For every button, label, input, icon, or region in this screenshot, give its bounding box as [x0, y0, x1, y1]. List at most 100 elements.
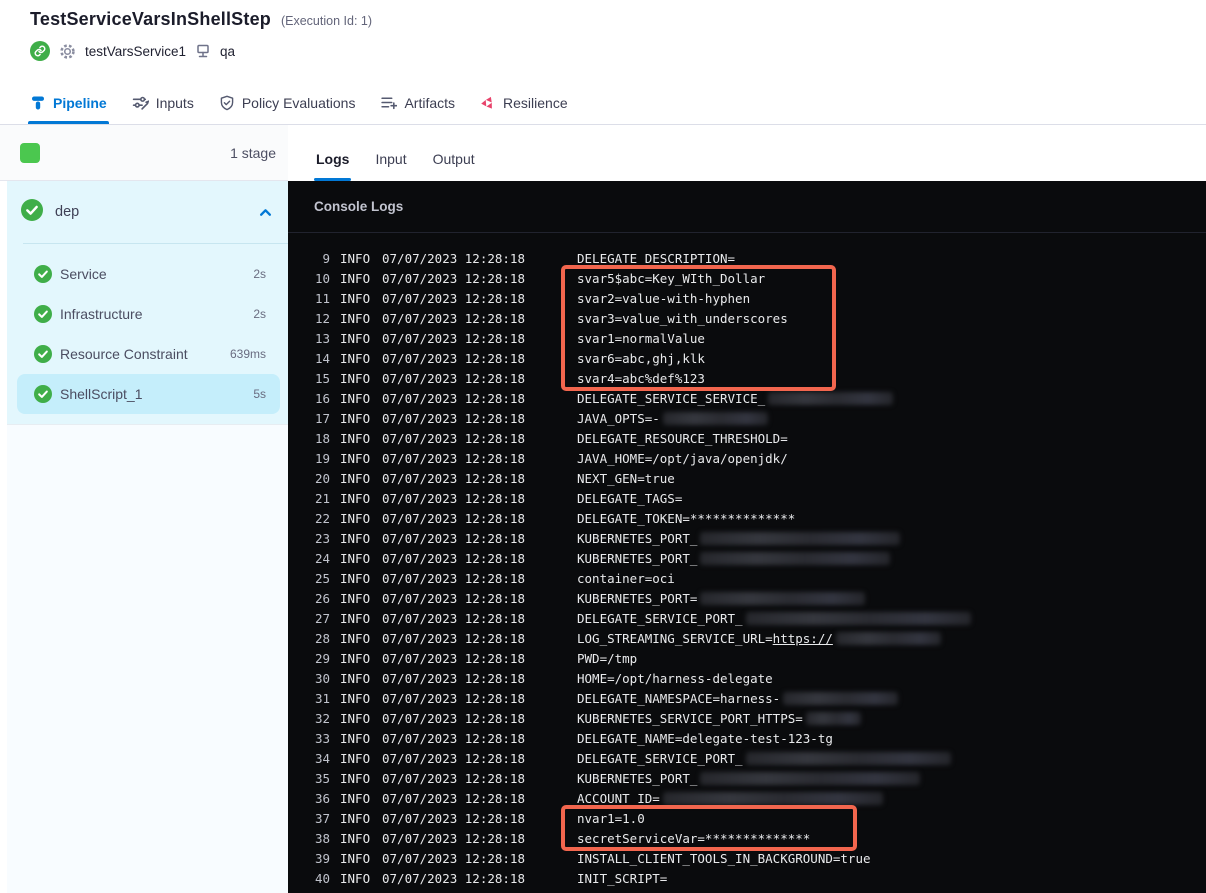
logpanel-tab-logs[interactable]: Logs [313, 151, 352, 181]
log-level: INFO [340, 710, 371, 726]
log-timestamp: 07/07/2023 12:28:18 [382, 630, 525, 646]
log-message: KUBERNETES_PORT_ [577, 771, 921, 786]
redacted-value [700, 551, 891, 565]
log-line: 30 INFO 07/07/2023 12:28:18 HOME=/opt/harne… [288, 668, 1206, 688]
log-timestamp: 07/07/2023 12:28:18 [382, 490, 525, 506]
title-row: TestServiceVarsInShellStep (Execution Id… [30, 9, 1206, 30]
log-message: JAVA_OPTS=- [577, 411, 768, 426]
chevron-up-icon[interactable] [259, 206, 272, 219]
log-message: svar1=normalValue [577, 331, 705, 346]
environment-icon [195, 43, 211, 59]
step-item-resource-constraint[interactable]: Resource Constraint 639ms [17, 334, 280, 374]
log-line-number: 30 [314, 670, 330, 686]
execution-id: (Execution Id: 1) [280, 14, 372, 28]
main-area: 1 stage dep Service 2s Infrastructure 2s Res… [0, 125, 1206, 893]
log-message: PWD=/tmp [577, 651, 637, 666]
log-message: JAVA_HOME=/opt/java/openjdk/ [577, 451, 788, 466]
log-level: INFO [340, 770, 371, 786]
step-duration: 2s [253, 267, 266, 281]
log-text: nvar1=1.0 [577, 810, 645, 826]
log-timestamp: 07/07/2023 12:28:18 [382, 810, 525, 826]
log-message: svar4=abc%def%123 [577, 371, 705, 386]
log-level: INFO [340, 550, 371, 566]
success-check-icon [34, 345, 52, 363]
tab-label: Inputs [155, 94, 194, 111]
logpanel-tab-output[interactable]: Output [433, 151, 475, 181]
log-text: svar5$abc=Key_WIth_Dollar [577, 270, 766, 286]
log-line-number: 11 [314, 290, 330, 306]
log-line: 23 INFO 07/07/2023 12:28:18 KUBERNETES_PORT… [288, 528, 1206, 548]
log-line: 10 INFO 07/07/2023 12:28:18 svar5$abc=Key_W… [288, 268, 1206, 288]
log-timestamp: 07/07/2023 12:28:18 [382, 830, 525, 846]
log-timestamp: 07/07/2023 12:28:18 [382, 350, 525, 366]
stage-status-square[interactable] [20, 142, 40, 163]
log-message: secretServiceVar=************** [577, 831, 810, 846]
resilience-icon [480, 95, 496, 111]
log-text: DELEGATE_SERVICE_PORT_ [577, 750, 743, 766]
log-line: 39 INFO 07/07/2023 12:28:18 INSTALL_CLIENT_… [288, 848, 1206, 868]
tab-resilience[interactable]: Resilience [480, 81, 568, 124]
log-message: svar2=value-with-hyphen [577, 291, 750, 306]
tab-inputs[interactable]: Inputs [132, 81, 194, 124]
step-label: ShellScript_1 [60, 386, 143, 402]
log-line-number: 23 [314, 530, 330, 546]
log-line: 19 INFO 07/07/2023 12:28:18 JAVA_HOME=/opt/… [288, 448, 1206, 468]
log-text: KUBERNETES_PORT= [577, 590, 698, 606]
step-item-infrastructure[interactable]: Infrastructure 2s [17, 294, 280, 334]
step-details-tabbar: Logs Input Output [288, 125, 1206, 181]
step-item-shellscript-1[interactable]: ShellScript_1 5s [17, 374, 280, 414]
tab-label: Artifacts [404, 94, 456, 111]
log-message: INSTALL_CLIENT_TOOLS_IN_BACKGROUND=true [577, 851, 871, 866]
log-text: DELEGATE_SERVICE_PORT_ [577, 610, 743, 626]
log-text: container=oci [577, 570, 675, 586]
log-line-number: 25 [314, 570, 330, 586]
log-timestamp: 07/07/2023 12:28:18 [382, 670, 525, 686]
redacted-value [662, 411, 768, 425]
step-item-service[interactable]: Service 2s [17, 254, 280, 294]
log-timestamp: 07/07/2023 12:28:18 [382, 310, 525, 326]
log-message: ACCOUNT_ID= [577, 791, 883, 806]
log-link[interactable]: https:// [773, 631, 833, 646]
tab-pipeline[interactable]: Pipeline [28, 81, 109, 124]
log-level: INFO [340, 430, 371, 446]
log-level: INFO [340, 730, 371, 746]
divider [23, 243, 288, 244]
stage-group-header[interactable]: dep [7, 181, 288, 243]
log-level: INFO [340, 590, 371, 606]
logpanel-tab-input[interactable]: Input [375, 151, 406, 181]
log-level: INFO [340, 350, 371, 366]
log-line: 13 INFO 07/07/2023 12:28:18 svar1=normalVal… [288, 328, 1206, 348]
log-text: KUBERNETES_PORT_ [577, 550, 698, 566]
stage-selector-header: 1 stage [0, 125, 288, 181]
service-name[interactable]: testVarsService1 [85, 44, 186, 59]
log-timestamp: 07/07/2023 12:28:18 [382, 270, 525, 286]
log-line-number: 39 [314, 850, 330, 866]
log-line-number: 22 [314, 510, 330, 526]
redacted-value [768, 391, 894, 405]
execution-page: TestServiceVarsInShellStep (Execution Id… [0, 0, 1206, 893]
log-timestamp: 07/07/2023 12:28:18 [382, 570, 525, 586]
log-timestamp: 07/07/2023 12:28:18 [382, 330, 525, 346]
log-line-number: 19 [314, 450, 330, 466]
console-title: Console Logs [314, 199, 404, 214]
log-level: INFO [340, 870, 371, 886]
log-line: 34 INFO 07/07/2023 12:28:18 DELEGATE_SERVIC… [288, 748, 1206, 768]
log-message: KUBERNETES_PORT= [577, 590, 866, 606]
log-line-number: 24 [314, 550, 330, 566]
console-log-viewer[interactable]: Console Logs 9 INFO 07/07/2023 12:28:18 DEL… [288, 181, 1206, 893]
log-level: INFO [340, 670, 371, 686]
log-line-number: 36 [314, 790, 330, 806]
tab-artifacts[interactable]: Artifacts [380, 81, 455, 124]
log-line-number: 21 [314, 490, 330, 506]
log-line-number: 9 [322, 250, 330, 266]
log-text: svar6=abc,ghj,klk [577, 350, 705, 366]
pipeline-success-link-icon [30, 41, 50, 61]
log-timestamp: 07/07/2023 12:28:18 [382, 610, 525, 626]
tab-policy-evaluations[interactable]: Policy Evaluations [219, 81, 355, 124]
log-line-number: 33 [314, 730, 330, 746]
log-level: INFO [340, 570, 371, 586]
page-header: TestServiceVarsInShellStep (Execution Id… [0, 0, 1206, 81]
console-header: Console Logs [288, 181, 1206, 233]
environment-name[interactable]: qa [220, 44, 235, 59]
log-line-number: 17 [314, 410, 330, 426]
